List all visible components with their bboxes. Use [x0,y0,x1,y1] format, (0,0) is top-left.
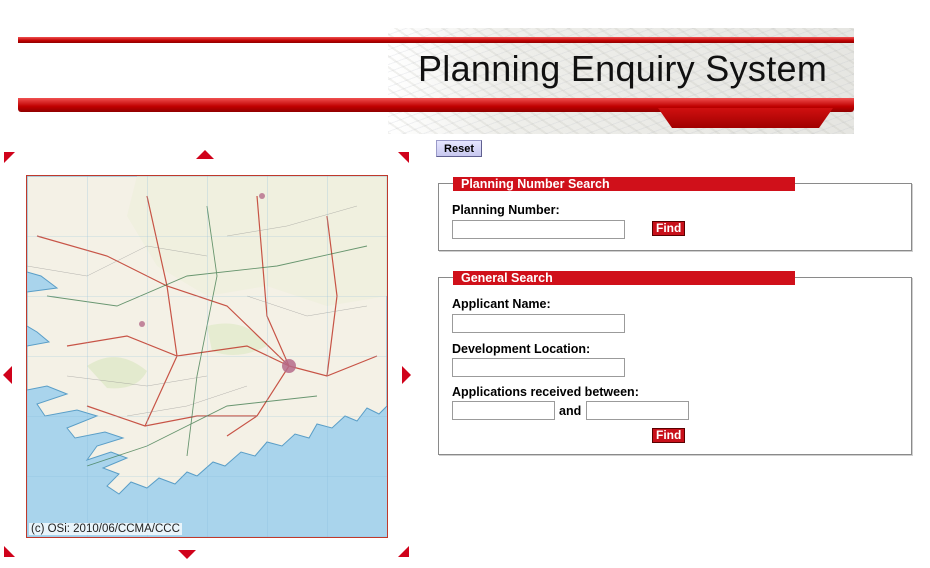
development-location-label: Development Location: [452,342,591,356]
map-image [27,176,387,537]
page-title: Planning Enquiry System [418,48,828,89]
general-search-find-button[interactable]: Find [652,428,686,443]
pan-east-arrow-icon[interactable] [402,366,411,384]
pan-south-east-arrow-icon[interactable] [398,546,409,557]
pan-north-west-arrow-icon[interactable] [4,152,15,163]
planning-number-search-panel: Planning Number Search Planning Number: … [438,177,912,251]
map-credit: (c) OSi: 2010/06/CCMA/CCC [29,523,182,535]
planning-number-input[interactable] [452,220,625,239]
header-banner: Planning Enquiry System [18,28,854,134]
applicant-name-label: Applicant Name: [452,297,551,311]
date-from-input[interactable] [452,401,555,420]
pan-north-east-arrow-icon[interactable] [398,152,409,163]
applicant-name-input[interactable] [452,314,625,333]
pan-south-west-arrow-icon[interactable] [4,546,15,557]
general-search-panel: General Search Applicant Name: Developme… [438,271,912,455]
banner-top-bar [18,37,854,43]
pan-south-arrow-icon[interactable] [178,550,196,559]
planning-number-find-button[interactable]: Find [652,221,686,236]
county-map[interactable]: (c) OSi: 2010/06/CCMA/CCC [26,175,388,538]
applications-received-label: Applications received between: [452,385,639,399]
planning-number-search-legend: Planning Number Search [453,177,795,191]
general-search-legend: General Search [453,271,795,285]
pan-west-arrow-icon[interactable] [3,366,12,384]
banner-tab [658,108,833,128]
reset-button[interactable]: Reset [436,140,482,157]
pan-north-arrow-icon[interactable] [196,150,214,159]
and-label: and [559,404,582,418]
date-to-input[interactable] [586,401,689,420]
development-location-input[interactable] [452,358,625,377]
planning-number-label: Planning Number: [452,203,560,217]
